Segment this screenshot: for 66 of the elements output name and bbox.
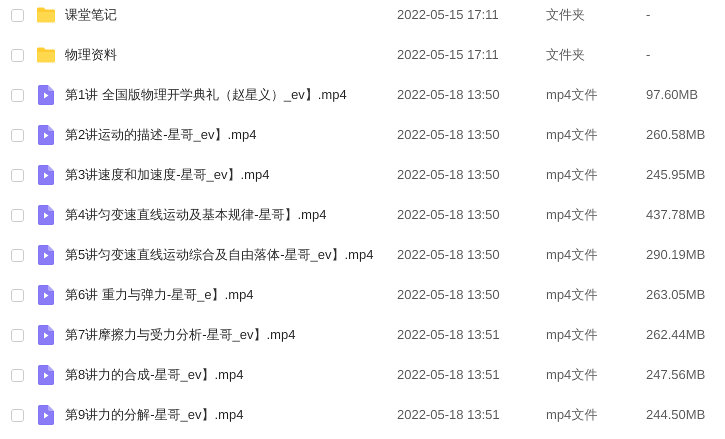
checkbox[interactable] xyxy=(11,208,24,222)
file-type: 文件夹 xyxy=(546,46,586,64)
file-name[interactable]: 第7讲摩擦力与受力分析-星哥_ev】.mp4 xyxy=(65,325,397,345)
file-name[interactable]: 第5讲匀变速直线运动综合及自由落体-星哥_ev】.mp4 xyxy=(65,245,397,265)
file-name[interactable]: 第8讲力的合成-星哥_ev】.mp4 xyxy=(65,365,397,385)
file-size: 263.05MB xyxy=(646,286,706,304)
modified-time: 2022-05-18 13:50 xyxy=(397,286,501,304)
file-size: 244.50MB xyxy=(646,406,706,424)
modified-time: 2022-05-18 13:50 xyxy=(397,126,501,144)
file-size: 245.95MB xyxy=(646,166,706,184)
video-file-icon xyxy=(38,85,54,105)
file-size: 247.56MB xyxy=(646,366,706,384)
video-file-icon xyxy=(38,205,54,225)
file-name[interactable]: 第3讲速度和加速度-星哥_ev】.mp4 xyxy=(65,165,397,185)
video-file-icon xyxy=(38,245,54,265)
file-type: mp4文件 xyxy=(546,366,598,384)
checkbox[interactable] xyxy=(11,408,24,422)
modified-time: 2022-05-18 13:50 xyxy=(397,206,501,224)
file-type: mp4文件 xyxy=(546,406,598,424)
checkbox[interactable] xyxy=(11,248,24,262)
modified-time: 2022-05-18 13:51 xyxy=(397,366,501,384)
folder-icon xyxy=(36,7,56,23)
file-size: - xyxy=(646,46,650,64)
checkbox[interactable] xyxy=(11,48,24,62)
checkbox[interactable] xyxy=(11,8,24,22)
file-type: mp4文件 xyxy=(546,206,598,224)
checkbox[interactable] xyxy=(11,328,24,342)
file-name[interactable]: 第6讲 重力与弹力-星哥_e】.mp4 xyxy=(65,285,397,305)
file-type: 文件夹 xyxy=(546,6,586,24)
video-file-icon xyxy=(38,365,54,385)
file-name[interactable]: 第1讲 全国版物理开学典礼（赵星义）_ev】.mp4 xyxy=(65,85,397,105)
video-file-icon xyxy=(38,325,54,345)
file-size: 260.58MB xyxy=(646,126,706,144)
file-name[interactable]: 课堂笔记 xyxy=(65,5,397,25)
video-file-icon xyxy=(38,405,54,425)
checkbox[interactable] xyxy=(11,368,24,382)
file-type: mp4文件 xyxy=(546,246,598,264)
video-file-icon xyxy=(38,125,54,145)
file-size: 97.60MB xyxy=(646,86,698,104)
checkbox[interactable] xyxy=(11,88,24,102)
file-name[interactable]: 物理资料 xyxy=(65,45,397,65)
file-type: mp4文件 xyxy=(546,286,598,304)
file-type: mp4文件 xyxy=(546,166,598,184)
modified-time: 2022-05-18 13:50 xyxy=(397,86,501,104)
checkbox[interactable] xyxy=(11,128,24,142)
file-size: 290.19MB xyxy=(646,246,706,264)
file-name[interactable]: 第2讲运动的描述-星哥_ev】.mp4 xyxy=(65,125,397,145)
checkbox[interactable] xyxy=(11,168,24,182)
file-name[interactable]: 第9讲力的分解-星哥_ev】.mp4 xyxy=(65,405,397,425)
modified-time: 2022-05-18 13:50 xyxy=(397,246,501,264)
video-file-icon xyxy=(38,165,54,185)
modified-time: 2022-05-15 17:11 xyxy=(397,6,500,24)
file-size: 262.44MB xyxy=(646,326,706,344)
video-file-icon xyxy=(38,285,54,305)
file-type: mp4文件 xyxy=(546,86,598,104)
checkbox[interactable] xyxy=(11,288,24,302)
modified-time: 2022-05-18 13:51 xyxy=(397,326,501,344)
modified-time: 2022-05-15 17:11 xyxy=(397,46,500,64)
modified-time: 2022-05-18 13:50 xyxy=(397,166,501,184)
modified-time: 2022-05-18 13:51 xyxy=(397,406,501,424)
file-size: 437.78MB xyxy=(646,206,706,224)
file-name[interactable]: 第4讲匀变速直线运动及基本规律-星哥】.mp4 xyxy=(65,205,397,225)
file-type: mp4文件 xyxy=(546,126,598,144)
folder-icon xyxy=(36,47,56,63)
file-size: - xyxy=(646,6,650,24)
file-type: mp4文件 xyxy=(546,326,598,344)
